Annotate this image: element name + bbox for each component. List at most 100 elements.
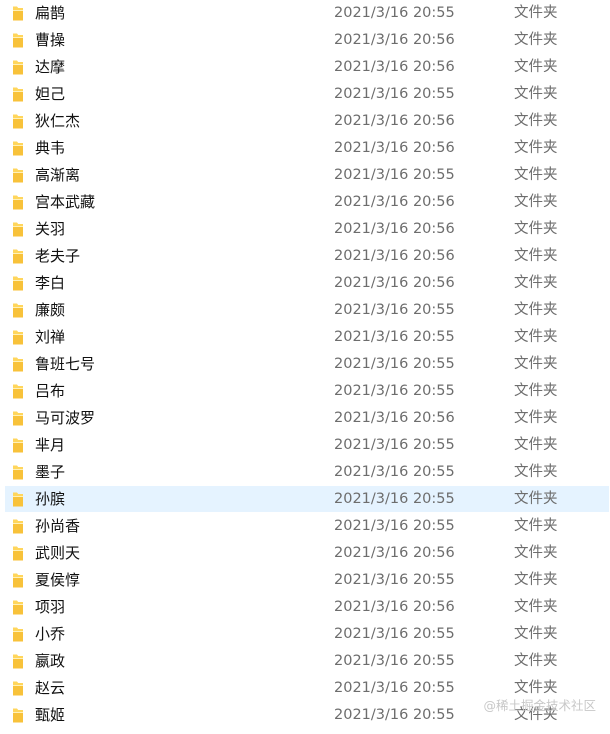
modified-date: 2021/3/16 20:55 [334, 437, 455, 453]
file-name: 孙尚香 [35, 517, 81, 535]
modified-date: 2021/3/16 20:56 [334, 275, 455, 291]
modified-date: 2021/3/16 20:55 [334, 572, 455, 588]
file-name: 曹操 [35, 31, 66, 49]
file-type: 文件夹 [514, 518, 558, 534]
folder-icon [13, 276, 23, 291]
modified-date: 2021/3/16 20:55 [334, 653, 455, 669]
folder-icon [13, 195, 23, 210]
file-row[interactable]: 狄仁杰 2021/3/16 20:56 文件夹 [0, 108, 610, 135]
folder-icon [13, 33, 23, 48]
file-row[interactable]: 吕布 2021/3/16 20:55 文件夹 [0, 378, 610, 405]
modified-date: 2021/3/16 20:55 [334, 707, 455, 723]
folder-icon [13, 114, 23, 129]
modified-date: 2021/3/16 20:55 [334, 356, 455, 372]
file-name: 赵云 [35, 679, 66, 697]
folder-icon [13, 411, 23, 426]
file-row[interactable]: 廉颇 2021/3/16 20:55 文件夹 [0, 297, 610, 324]
folder-icon [13, 573, 23, 588]
file-name: 武则天 [35, 544, 81, 562]
file-row[interactable]: 鲁班七号 2021/3/16 20:55 文件夹 [0, 351, 610, 378]
file-name: 宫本武藏 [35, 193, 96, 211]
file-name: 老夫子 [35, 247, 81, 265]
file-type: 文件夹 [514, 383, 558, 399]
file-type: 文件夹 [514, 653, 558, 669]
file-row[interactable]: 曹操 2021/3/16 20:56 文件夹 [0, 27, 610, 54]
folder-icon [13, 600, 23, 615]
watermark: @稀土掘金技术社区 [483, 698, 596, 713]
file-list: 扁鹊 2021/3/16 20:55 文件夹 曹操 2021/3/16 20:56 文件夹… [0, 0, 610, 729]
file-type: 文件夹 [514, 410, 558, 426]
folder-icon [13, 384, 23, 399]
file-type: 文件夹 [514, 32, 558, 48]
folder-icon [13, 303, 23, 318]
file-type: 文件夹 [514, 59, 558, 75]
modified-date: 2021/3/16 20:55 [334, 518, 455, 534]
file-type: 文件夹 [514, 113, 558, 129]
file-type: 文件夹 [514, 194, 558, 210]
file-name: 嬴政 [35, 652, 66, 670]
folder-icon [13, 168, 23, 183]
file-row[interactable]: 孙膑 2021/3/16 20:55 文件夹 [0, 486, 610, 513]
file-type: 文件夹 [514, 572, 558, 588]
modified-date: 2021/3/16 20:55 [334, 329, 455, 345]
file-name: 孙膑 [35, 490, 66, 508]
file-row[interactable]: 李白 2021/3/16 20:56 文件夹 [0, 270, 610, 297]
file-row[interactable]: 达摩 2021/3/16 20:56 文件夹 [0, 54, 610, 81]
file-type: 文件夹 [514, 545, 558, 561]
file-row[interactable]: 刘禅 2021/3/16 20:55 文件夹 [0, 324, 610, 351]
folder-icon [13, 627, 23, 642]
modified-date: 2021/3/16 20:55 [334, 491, 455, 507]
modified-date: 2021/3/16 20:56 [334, 194, 455, 210]
file-row[interactable]: 高渐离 2021/3/16 20:55 文件夹 [0, 162, 610, 189]
file-name: 小乔 [35, 625, 66, 643]
file-row[interactable]: 嬴政 2021/3/16 20:55 文件夹 [0, 648, 610, 675]
modified-date: 2021/3/16 20:55 [334, 5, 455, 21]
file-row[interactable]: 小乔 2021/3/16 20:55 文件夹 [0, 621, 610, 648]
file-name: 关羽 [35, 220, 66, 238]
modified-date: 2021/3/16 20:56 [334, 59, 455, 75]
folder-icon [13, 357, 23, 372]
file-type: 文件夹 [514, 221, 558, 237]
modified-date: 2021/3/16 20:56 [334, 221, 455, 237]
file-name: 夏侯惇 [35, 571, 81, 589]
file-type: 文件夹 [514, 356, 558, 372]
file-row[interactable]: 夏侯惇 2021/3/16 20:55 文件夹 [0, 567, 610, 594]
folder-icon [13, 492, 23, 507]
modified-date: 2021/3/16 20:56 [334, 32, 455, 48]
file-name: 吕布 [35, 382, 66, 400]
file-name: 典韦 [35, 139, 66, 157]
folder-icon [13, 330, 23, 345]
file-row[interactable]: 孙尚香 2021/3/16 20:55 文件夹 [0, 513, 610, 540]
file-row[interactable]: 扁鹊 2021/3/16 20:55 文件夹 [0, 0, 610, 27]
file-name: 芈月 [35, 436, 66, 454]
folder-icon [13, 546, 23, 561]
file-type: 文件夹 [514, 626, 558, 642]
file-type: 文件夹 [514, 140, 558, 156]
file-name: 妲己 [35, 85, 66, 103]
file-row[interactable]: 典韦 2021/3/16 20:56 文件夹 [0, 135, 610, 162]
file-type: 文件夹 [514, 437, 558, 453]
folder-icon [13, 222, 23, 237]
file-name: 达摩 [35, 58, 66, 76]
file-row[interactable]: 宫本武藏 2021/3/16 20:56 文件夹 [0, 189, 610, 216]
file-row[interactable]: 墨子 2021/3/16 20:55 文件夹 [0, 459, 610, 486]
folder-icon [13, 708, 23, 723]
file-row[interactable]: 关羽 2021/3/16 20:56 文件夹 [0, 216, 610, 243]
file-row[interactable]: 老夫子 2021/3/16 20:56 文件夹 [0, 243, 610, 270]
file-name: 高渐离 [35, 166, 81, 184]
file-row[interactable]: 项羽 2021/3/16 20:56 文件夹 [0, 594, 610, 621]
folder-icon [13, 60, 23, 75]
file-row[interactable]: 妲己 2021/3/16 20:55 文件夹 [0, 81, 610, 108]
modified-date: 2021/3/16 20:55 [334, 680, 455, 696]
file-type: 文件夹 [514, 5, 558, 21]
folder-icon [13, 681, 23, 696]
file-name: 甄姬 [35, 706, 66, 724]
file-row[interactable]: 芈月 2021/3/16 20:55 文件夹 [0, 432, 610, 459]
folder-icon [13, 87, 23, 102]
file-name: 刘禅 [35, 328, 66, 346]
file-row[interactable]: 武则天 2021/3/16 20:56 文件夹 [0, 540, 610, 567]
file-type: 文件夹 [514, 599, 558, 615]
file-name: 李白 [35, 274, 66, 292]
file-row[interactable]: 马可波罗 2021/3/16 20:56 文件夹 [0, 405, 610, 432]
folder-icon [13, 249, 23, 264]
